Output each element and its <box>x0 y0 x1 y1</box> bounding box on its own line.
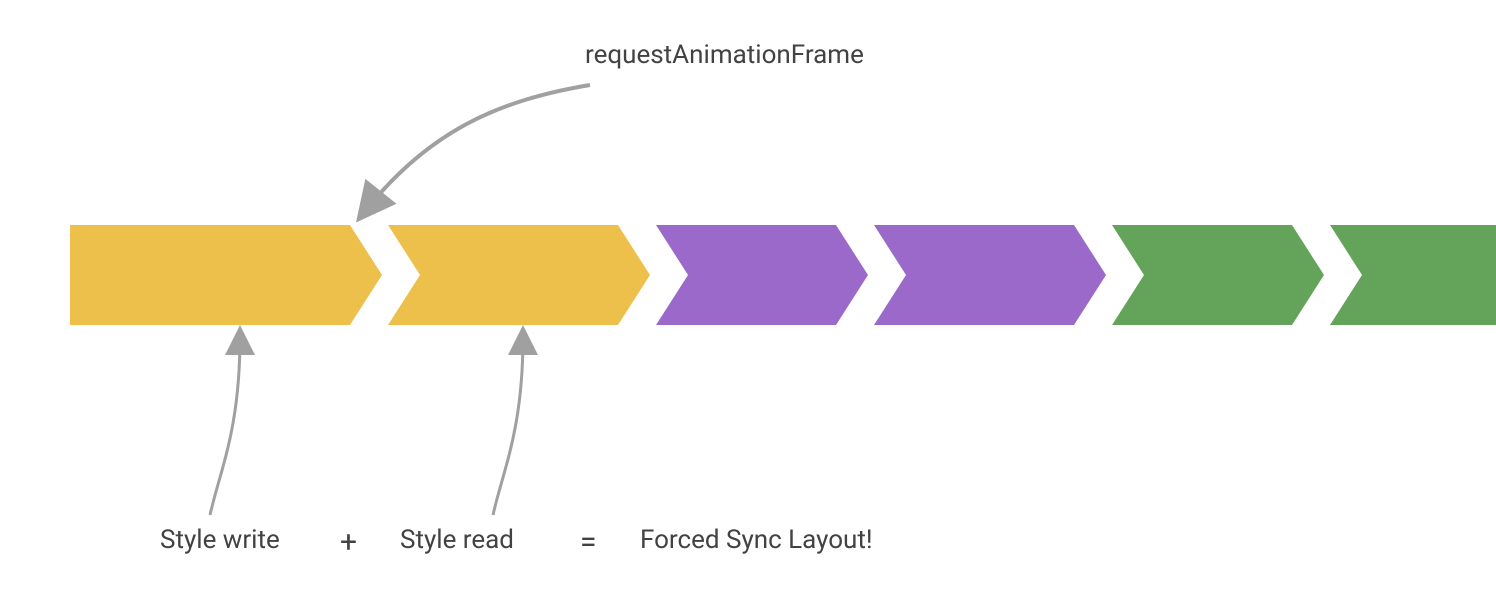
stage-composite <box>1330 225 1496 325</box>
label-plus: + <box>340 525 357 560</box>
stage-paint <box>1112 225 1324 325</box>
label-equals: = <box>580 525 596 560</box>
label-fsl: Forced Sync Layout! <box>640 525 873 555</box>
label-style-read: Style read <box>400 525 514 555</box>
label-style-write: Style write <box>160 525 280 555</box>
arrow-raf <box>366 85 590 210</box>
arrow-style-write <box>210 337 240 515</box>
arrow-style-read <box>493 337 523 515</box>
pipeline-svg <box>0 0 1496 605</box>
label-raf: requestAnimationFrame <box>585 40 864 70</box>
stage-javascript <box>388 225 650 325</box>
stage-style <box>656 225 868 325</box>
stage-layout <box>874 225 1106 325</box>
stage-input-handlers <box>70 225 382 325</box>
